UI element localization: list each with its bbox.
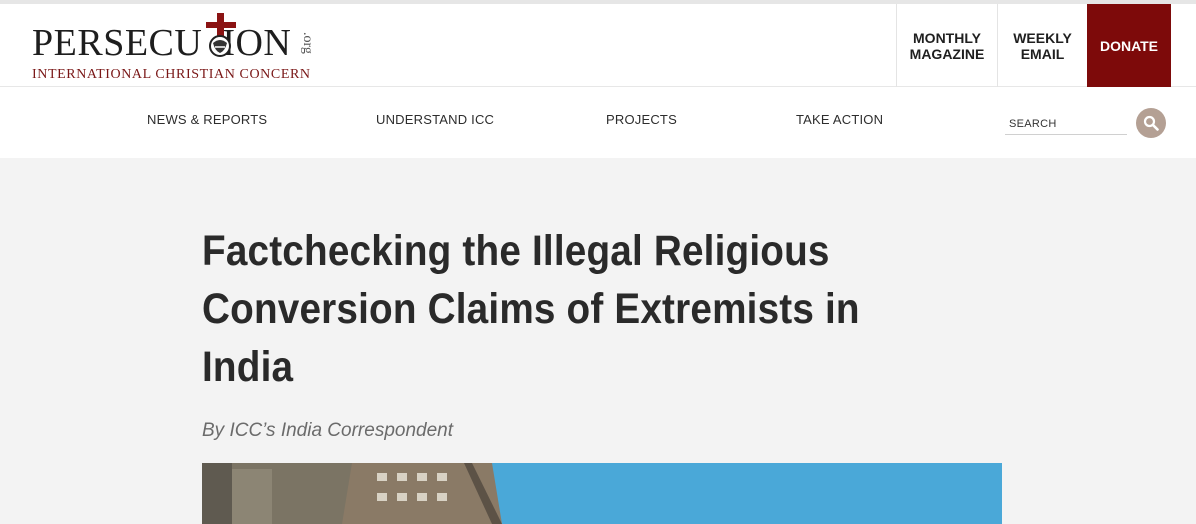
logo-tld: .org [300, 32, 315, 54]
article-title: Factchecking the Illegal Religious Conve… [202, 222, 994, 396]
search-input[interactable] [1005, 113, 1127, 135]
logo-wordmark: PERSECU ION [32, 22, 292, 64]
monthly-magazine-label-line1: MONTHLY [913, 29, 981, 46]
main-nav: NEWS & REPORTS UNDERSTAND ICC PROJECTS T… [0, 87, 1196, 158]
donate-label: DONATE [1099, 37, 1159, 54]
cross-icon [206, 13, 236, 57]
nav-item-understand-icc[interactable]: UNDERSTAND ICC [376, 112, 494, 127]
article-byline: By ICC’s India Correspondent [202, 420, 453, 441]
nav-item-projects[interactable]: PROJECTS [606, 112, 677, 127]
monthly-magazine-label-line2: MAGAZINE [909, 45, 985, 62]
weekly-email-button[interactable]: WEEKLY EMAIL [997, 4, 1087, 87]
nav-item-news-reports[interactable]: NEWS & REPORTS [147, 112, 267, 127]
site-logo[interactable]: PERSECU ION INTERNATIONAL CHRISTIAN CONC… [30, 13, 340, 84]
article-title-line2: Conversion Claims of Extremists in [202, 285, 860, 333]
donate-button[interactable]: DONATE [1087, 4, 1171, 87]
search-icon [1143, 115, 1159, 131]
search-button[interactable] [1136, 108, 1166, 138]
hero-image-illustration [202, 463, 1002, 524]
site-header: PERSECU ION INTERNATIONAL CHRISTIAN CONC… [0, 0, 1196, 87]
article-hero-image [202, 463, 1002, 524]
nav-item-take-action[interactable]: TAKE ACTION [796, 112, 883, 127]
logo-tagline: INTERNATIONAL CHRISTIAN CONCERN [32, 67, 311, 82]
article-title-line3: India [202, 343, 294, 391]
weekly-email-label-line1: WEEKLY [1013, 29, 1072, 46]
article-title-line1: Factchecking the Illegal Religious [202, 227, 830, 275]
article-header: Factchecking the Illegal Religious Conve… [202, 222, 1002, 396]
monthly-magazine-button[interactable]: MONTHLY MAGAZINE [896, 4, 997, 87]
weekly-email-label-line2: EMAIL [1020, 45, 1065, 62]
